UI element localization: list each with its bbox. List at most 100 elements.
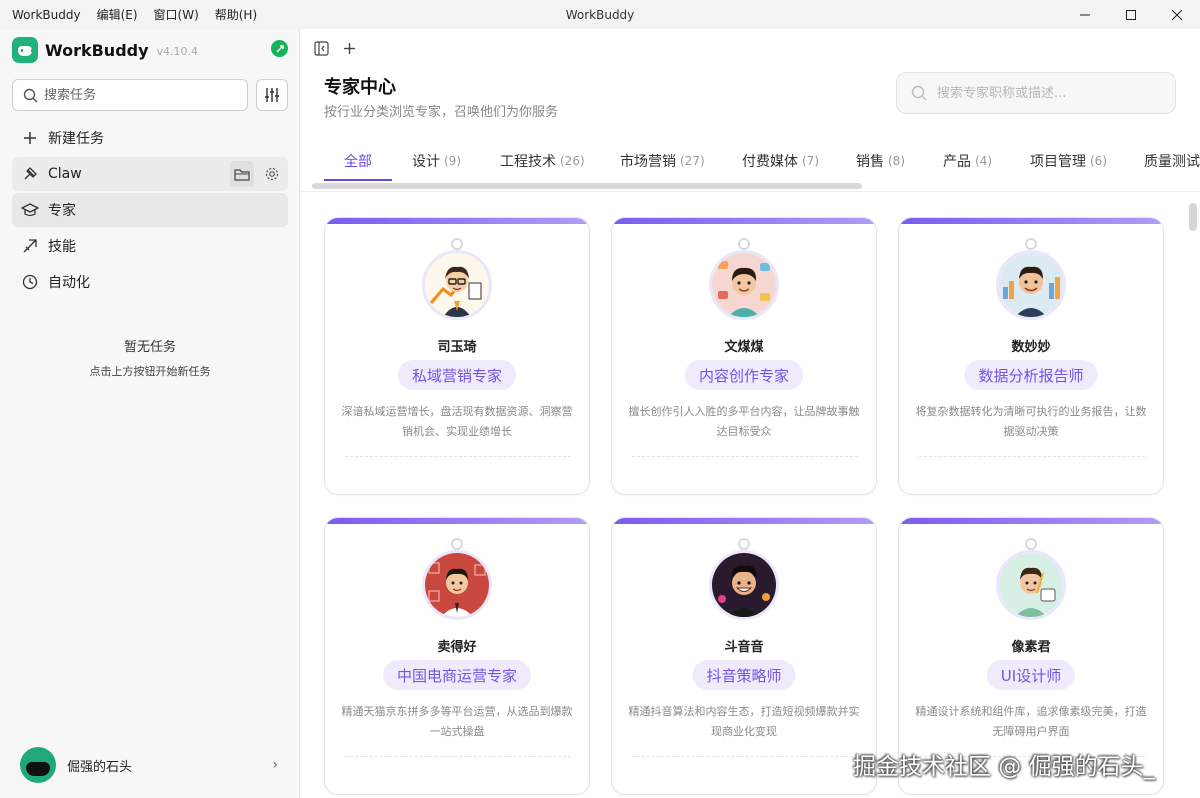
minimize-icon (1080, 14, 1090, 15)
tab-label: 工程技术 (500, 154, 556, 170)
expert-card[interactable]: 文煤煤 内容创作专家 擅长创作引人入胜的多平台内容，让品牌故事触达目标受众 (611, 217, 877, 495)
tab-label: 产品 (943, 154, 971, 170)
brand: WorkBuddy v4.10.4 (12, 37, 198, 63)
sidebar-item-experts[interactable]: 专家 (12, 193, 288, 227)
main-toolbar (312, 39, 358, 57)
expert-card[interactable]: 司玉琦 私域营销专家 深谙私域运营增长，盘活现有数据资源、洞察营销机会、实现业绩… (324, 217, 590, 495)
expert-search (896, 72, 1176, 114)
tab-paid-media[interactable]: 付费媒体 (7) (742, 141, 819, 181)
sidebar-item-automation[interactable]: 自动化 (12, 265, 288, 299)
card-hook-icon (451, 238, 463, 250)
menu-edit[interactable]: 编辑(E) (97, 6, 138, 23)
expert-role-badge: 内容创作专家 (684, 360, 804, 390)
clock-icon (21, 273, 39, 291)
expert-card[interactable]: 斗音音 抖音策略师 精通抖音算法和内容生态，打造短视频爆款并实现商业化变现 (611, 517, 877, 795)
tab-all[interactable]: 全部 (344, 141, 372, 181)
sidebar-toggle-icon (313, 40, 329, 56)
expert-description: 擅长创作引人入胜的多平台内容，让品牌故事触达目标受众 (628, 405, 860, 438)
divider (300, 191, 1200, 192)
sliders-icon (265, 88, 279, 102)
expert-description: 将复杂数据转化为清晰可执行的业务报告，让数据驱动决策 (915, 405, 1147, 438)
tab-label: 销售 (856, 154, 884, 170)
main-content: 专家中心 按行业分类浏览专家，召唤他们为你服务 全部 设计 (9) 工程技术 (26… (300, 29, 1200, 798)
toggle-sidebar-button[interactable] (312, 39, 330, 57)
expert-role-badge: 私域营销专家 (397, 360, 517, 390)
new-tab-button[interactable] (340, 39, 358, 57)
card-hook-icon (738, 538, 750, 550)
maximize-icon (1126, 9, 1136, 20)
tab-label: 质量测试 (1144, 154, 1200, 170)
card-accent-bar (325, 518, 589, 524)
card-hook-icon (451, 538, 463, 550)
task-search (12, 79, 248, 111)
divider (632, 456, 858, 457)
menu-help[interactable]: 帮助(H) (215, 6, 257, 23)
expert-avatar (996, 250, 1066, 320)
user-profile[interactable]: 倔强的石头 › (20, 746, 284, 784)
search-icon (911, 85, 927, 101)
empty-state-subtitle: 点击上方按钮开始新任务 (89, 365, 211, 378)
claw-actions (230, 161, 284, 187)
tab-marketing[interactable]: 市场营销 (27) (620, 141, 705, 181)
tab-design[interactable]: 设计 (9) (412, 141, 461, 181)
connection-status-icon[interactable] (271, 40, 288, 57)
task-search-input[interactable] (44, 87, 234, 103)
expert-avatar (422, 250, 492, 320)
expert-description: 精通天猫京东拼多多等平台运营，从选品到爆款一站式操盘 (341, 705, 573, 738)
sidebar-item-skills[interactable]: 技能 (12, 229, 288, 263)
expert-avatar (422, 550, 492, 620)
card-accent-bar (899, 218, 1163, 224)
tab-product[interactable]: 产品 (4) (943, 141, 992, 181)
tab-label: 全部 (344, 154, 372, 170)
expert-search-input[interactable] (937, 85, 1157, 101)
sidebar: WorkBuddy v4.10.4 新建任务 Claw (0, 29, 300, 798)
expert-card[interactable]: 数妙妙 数据分析报告师 将复杂数据转化为清晰可执行的业务报告，让数据驱动决策 (898, 217, 1164, 495)
divider (632, 756, 858, 757)
folder-icon (234, 169, 250, 181)
expert-name: 像素君 (1011, 640, 1051, 655)
menu-window[interactable]: 窗口(W) (154, 6, 199, 23)
menu-app[interactable]: WorkBuddy (12, 8, 81, 22)
expert-description: 精通设计系统和组件库，追求像素级完美，打造无障碍用户界面 (915, 705, 1147, 738)
tab-engineering[interactable]: 工程技术 (26) (500, 141, 585, 181)
new-task-button[interactable]: 新建任务 (12, 121, 288, 155)
tab-label: 项目管理 (1030, 154, 1086, 170)
tab-sales[interactable]: 销售 (8) (856, 141, 905, 181)
graduation-cap-icon (21, 201, 39, 219)
brand-name: WorkBuddy (45, 40, 149, 60)
tab-qa[interactable]: 质量测试 (1144, 141, 1200, 181)
brand-logo-icon (12, 37, 38, 63)
expert-card[interactable]: 卖得好 中国电商运营专家 精通天猫京东拼多多等平台运营，从选品到爆款一站式操盘 (324, 517, 590, 795)
vertical-scrollbar[interactable] (1189, 203, 1197, 231)
version-label: v4.10.4 (156, 44, 199, 58)
search-icon (23, 88, 38, 102)
card-hook-icon (1025, 238, 1037, 250)
expert-role-badge: 数据分析报告师 (964, 360, 1098, 390)
sidebar-item-label: 技能 (48, 239, 76, 255)
tab-count: (9) (444, 154, 461, 168)
open-folder-button[interactable] (230, 161, 254, 187)
close-button[interactable] (1154, 0, 1200, 29)
user-name: 倔强的石头 (67, 759, 133, 775)
expert-role-badge: 中国电商运营专家 (382, 660, 532, 690)
expert-role-badge: 抖音策略师 (692, 660, 796, 690)
plus-icon (21, 129, 39, 147)
menu-bar: WorkBuddy 编辑(E) 窗口(W) 帮助(H) (0, 6, 273, 23)
title-bar: WorkBuddy 编辑(E) 窗口(W) 帮助(H) WorkBuddy (0, 0, 1200, 29)
tab-project-management[interactable]: 项目管理 (6) (1030, 141, 1107, 181)
tab-label: 市场营销 (620, 154, 676, 170)
filter-button[interactable] (256, 79, 288, 111)
sidebar-item-label: Claw (48, 166, 82, 182)
close-icon (1172, 9, 1182, 20)
tab-count: (4) (975, 154, 992, 168)
minimize-button[interactable] (1062, 0, 1108, 29)
tab-count: (26) (560, 154, 585, 168)
sidebar-item-claw[interactable]: Claw (12, 157, 288, 191)
claw-icon (21, 165, 39, 183)
tab-count: (7) (802, 154, 819, 168)
tabs-scrollbar[interactable] (312, 183, 862, 189)
tab-count: (27) (680, 154, 705, 168)
maximize-button[interactable] (1108, 0, 1154, 29)
tab-label: 设计 (412, 154, 440, 170)
claw-settings-button[interactable] (260, 161, 284, 187)
